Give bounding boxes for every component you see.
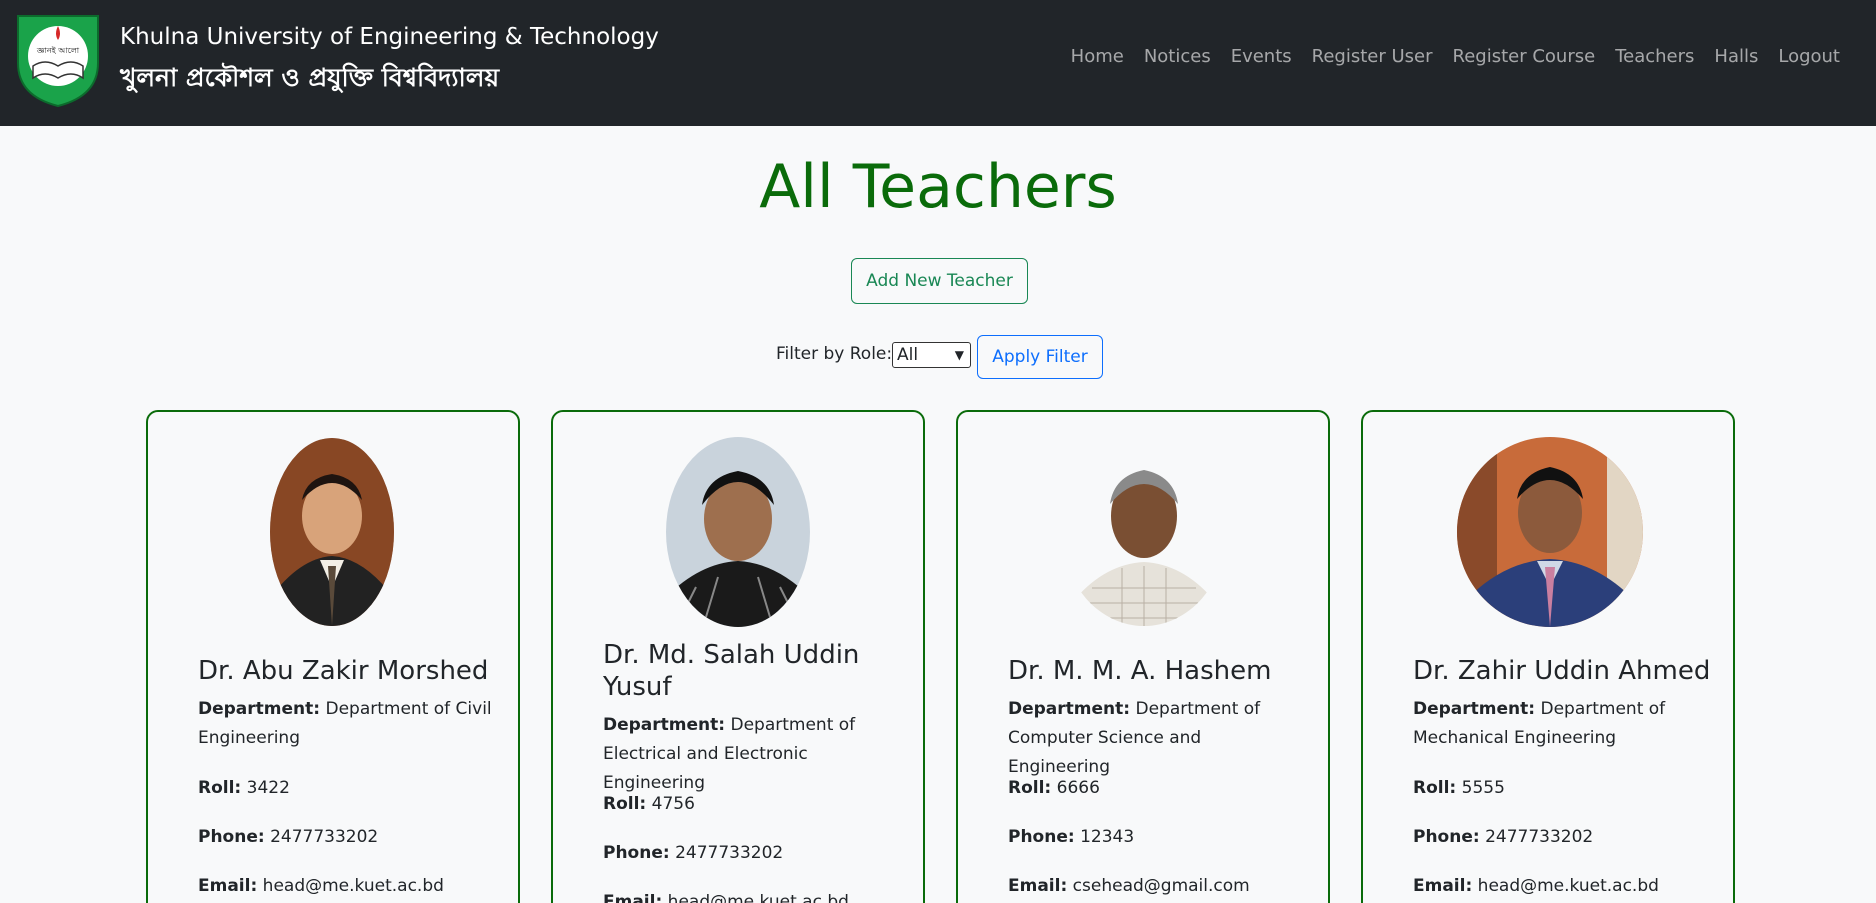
navbar: জ্ঞানই আলো Khulna University of Engineer… xyxy=(0,0,1876,126)
role-filter-select[interactable]: All ▼ xyxy=(892,342,971,368)
email-label: Email: xyxy=(198,876,258,896)
teacher-phone: Phone: 2477733202 xyxy=(603,839,903,868)
teacher-roll: Roll: 6666 xyxy=(1008,774,1308,803)
nav-home[interactable]: Home xyxy=(1071,46,1124,67)
roll-value: 4756 xyxy=(651,794,695,814)
teacher-card: Dr. Zahir Uddin Ahmed Department: Depart… xyxy=(1361,410,1735,903)
university-name-en: Khulna University of Engineering & Techn… xyxy=(120,24,659,50)
phone-value: 12343 xyxy=(1080,827,1135,847)
nav-register-course[interactable]: Register Course xyxy=(1453,46,1596,67)
teacher-phone: Phone: 12343 xyxy=(1008,823,1308,852)
logo-motto: জ্ঞানই আলো xyxy=(36,46,80,55)
roll-label: Roll: xyxy=(198,778,242,798)
teacher-name: Dr. M. M. A. Hashem xyxy=(1008,656,1272,686)
email-label: Email: xyxy=(603,892,663,903)
teacher-roll: Roll: 5555 xyxy=(1413,774,1713,803)
email-label: Email: xyxy=(1008,876,1068,896)
phone-value: 2477733202 xyxy=(270,827,379,847)
add-new-teacher-button[interactable]: Add New Teacher xyxy=(851,258,1028,304)
teacher-photo xyxy=(270,438,394,626)
university-logo-icon[interactable]: জ্ঞানই আলো xyxy=(8,8,108,108)
department-label: Department: xyxy=(603,715,726,735)
nav-notices[interactable]: Notices xyxy=(1144,46,1211,67)
phone-value: 2477733202 xyxy=(675,843,784,863)
teacher-name: Dr. Md. Salah Uddin Yusuf xyxy=(603,640,860,702)
teacher-email: Email: head@me.kuet.ac.bd xyxy=(198,872,498,901)
teacher-department: Department: Department of Computer Scien… xyxy=(1008,695,1308,782)
nav-register-user[interactable]: Register User xyxy=(1312,46,1433,67)
email-value: head@me.kuet.ac.bd xyxy=(1477,876,1659,896)
teacher-card: Dr. Md. Salah Uddin Yusuf Department: De… xyxy=(551,410,925,903)
teacher-phone: Phone: 2477733202 xyxy=(198,823,498,852)
phone-label: Phone: xyxy=(603,843,670,863)
email-label: Email: xyxy=(1413,876,1473,896)
nav-links: Home Notices Events Register User Regist… xyxy=(1071,46,1840,67)
department-label: Department: xyxy=(1008,699,1131,719)
filter-label: Filter by Role: xyxy=(776,344,893,364)
phone-label: Phone: xyxy=(1008,827,1075,847)
teacher-email: Email: head@me.kuet.ac.bd xyxy=(1413,872,1713,901)
teacher-phone: Phone: 2477733202 xyxy=(1413,823,1713,852)
roll-value: 6666 xyxy=(1056,778,1100,798)
roll-label: Roll: xyxy=(1008,778,1052,798)
roll-label: Roll: xyxy=(1413,778,1457,798)
phone-label: Phone: xyxy=(198,827,265,847)
page-title: All Teachers xyxy=(759,152,1117,222)
nav-teachers[interactable]: Teachers xyxy=(1615,46,1694,67)
role-filter-value: All xyxy=(897,345,919,365)
teacher-department: Department: Department of Electrical and… xyxy=(603,711,903,798)
teacher-roll: Roll: 3422 xyxy=(198,774,498,803)
teacher-department: Department: Department of Civil Engineer… xyxy=(198,695,498,753)
nav-halls[interactable]: Halls xyxy=(1714,46,1758,67)
roll-value: 3422 xyxy=(246,778,290,798)
teacher-department: Department: Department of Mechanical Eng… xyxy=(1413,695,1713,753)
nav-events[interactable]: Events xyxy=(1231,46,1292,67)
chevron-down-icon: ▼ xyxy=(954,348,964,362)
teacher-card: Dr. M. M. A. Hashem Department: Departme… xyxy=(956,410,1330,903)
department-label: Department: xyxy=(198,699,321,719)
teacher-email: Email: head@me.kuet.ac.bd xyxy=(603,888,903,903)
teacher-name: Dr. Abu Zakir Morshed xyxy=(198,656,489,686)
phone-label: Phone: xyxy=(1413,827,1480,847)
teacher-email: Email: csehead@gmail.com xyxy=(1008,872,1308,901)
university-name-bn: খুলনা প্রকৌশল ও প্রযুক্তি বিশ্ববিদ্যালয় xyxy=(120,63,500,92)
department-label: Department: xyxy=(1413,699,1536,719)
email-value: head@me.kuet.ac.bd xyxy=(262,876,444,896)
teacher-photo xyxy=(666,437,810,627)
teacher-card: Dr. Abu Zakir Morshed Department: Depart… xyxy=(146,410,520,903)
teacher-name: Dr. Zahir Uddin Ahmed xyxy=(1413,656,1711,686)
email-value: head@me.kuet.ac.bd xyxy=(667,892,849,903)
nav-logout[interactable]: Logout xyxy=(1778,46,1840,67)
teacher-photo xyxy=(1457,437,1643,627)
phone-value: 2477733202 xyxy=(1485,827,1594,847)
teacher-roll: Roll: 4756 xyxy=(603,790,903,819)
email-value: csehead@gmail.com xyxy=(1072,876,1250,896)
roll-value: 5555 xyxy=(1461,778,1505,798)
roll-label: Roll: xyxy=(603,794,647,814)
teacher-photo xyxy=(1062,438,1226,626)
apply-filter-button[interactable]: Apply Filter xyxy=(977,335,1103,379)
